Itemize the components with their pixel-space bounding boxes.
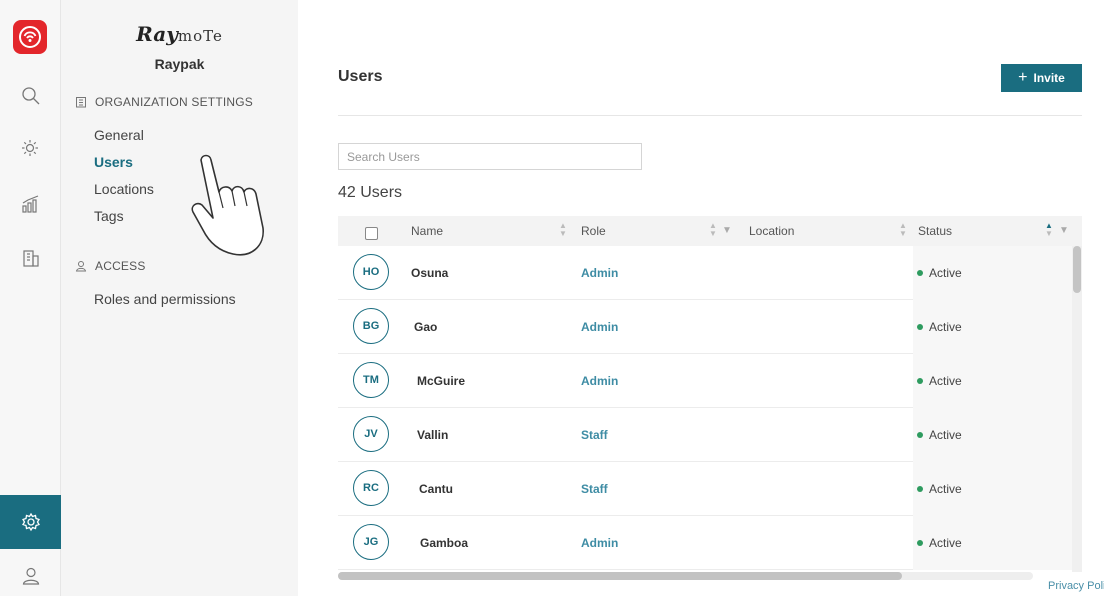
filter-icon[interactable]: ▼ — [722, 225, 732, 236]
invite-label: Invite — [1033, 71, 1065, 85]
users-page: Users + Invite 42 Users Name ▲▼ Role ▲▼ ▼… — [298, 0, 1104, 596]
select-all-checkbox[interactable] — [365, 227, 378, 240]
table-row[interactable]: BG Gao Admin Active — [338, 300, 1082, 354]
header-divider — [338, 115, 1082, 116]
user-profile-icon[interactable] — [0, 551, 61, 596]
table-row[interactable]: RC Cantu Staff Active — [338, 462, 1082, 516]
table-row[interactable]: JG Gamboa Admin Active — [338, 516, 1082, 570]
sidebar-item-roles-and-permissions[interactable]: Roles and permissions — [94, 291, 236, 307]
access-heading: ACCESS — [75, 259, 146, 273]
user-role[interactable]: Staff — [581, 482, 608, 496]
status-cell: Active — [913, 246, 1072, 300]
column-header-status[interactable]: Status — [918, 224, 952, 238]
status-text: Active — [929, 374, 962, 388]
raymote-logo: RaymoTe — [136, 22, 223, 46]
building-icon[interactable] — [0, 233, 61, 283]
sort-icon[interactable]: ▲ ▼ — [559, 222, 567, 238]
user-name[interactable]: Gamboa — [420, 536, 468, 550]
organization-settings-heading: ORGANIZATION SETTINGS — [75, 95, 253, 109]
user-role[interactable]: Staff — [581, 428, 608, 442]
status-text: Active — [929, 320, 962, 334]
active-dot-icon — [917, 540, 923, 546]
active-dot-icon — [917, 378, 923, 384]
status-text: Active — [929, 482, 962, 496]
sidebar-item-tags[interactable]: Tags — [94, 208, 124, 224]
user-name[interactable]: McGuire — [417, 374, 465, 388]
status-badge: Active — [917, 482, 962, 496]
status-cell: Active — [913, 300, 1072, 354]
status-text: Active — [929, 536, 962, 550]
active-dot-icon — [917, 432, 923, 438]
column-header-name[interactable]: Name — [411, 224, 443, 238]
search-icon[interactable] — [0, 71, 61, 121]
sun-icon[interactable] — [0, 124, 61, 174]
user-role[interactable]: Admin — [581, 536, 618, 550]
user-name[interactable]: Osuna — [411, 266, 448, 280]
column-header-role[interactable]: Role — [581, 224, 606, 238]
user-name[interactable]: Gao — [414, 320, 437, 334]
sidebar-item-general[interactable]: General — [94, 127, 144, 143]
plus-icon: + — [1018, 69, 1028, 86]
status-cell: Active — [913, 354, 1072, 408]
invite-button[interactable]: + Invite — [1001, 64, 1082, 92]
active-dot-icon — [917, 270, 923, 276]
vertical-scrollbar-thumb[interactable] — [1073, 246, 1081, 293]
avatar: BG — [353, 308, 389, 344]
users-table: Name ▲ ▼ Role ▲ ▼ ▼ Location ▲ ▼ Status ▲ ▼ … — [338, 216, 1082, 572]
organization-name: Raypak — [154, 56, 205, 72]
sidebar-item-users[interactable]: Users — [94, 154, 133, 170]
active-dot-icon — [917, 324, 923, 330]
column-header-location[interactable]: Location — [749, 224, 794, 238]
user-name[interactable]: Vallin — [417, 428, 448, 442]
privacy-policy-link[interactable]: Privacy Polic — [1048, 580, 1104, 592]
status-badge: Active — [917, 536, 962, 550]
status-badge: Active — [917, 320, 962, 334]
avatar: TM — [353, 362, 389, 398]
search-users-input[interactable] — [338, 143, 642, 170]
filter-icon[interactable]: ▼ — [1059, 225, 1069, 236]
chart-icon[interactable] — [0, 179, 61, 229]
access-label: ACCESS — [95, 259, 146, 273]
building-icon — [76, 97, 86, 108]
organization-settings-label: ORGANIZATION SETTINGS — [95, 95, 253, 109]
status-cell: Active — [913, 408, 1072, 462]
table-row[interactable]: HO Osuna Admin Active — [338, 246, 1082, 300]
settings-gear-icon[interactable] — [0, 495, 61, 549]
table-row[interactable]: JV Vallin Staff Active — [338, 408, 1082, 462]
status-cell: Active — [913, 516, 1072, 570]
avatar: HO — [353, 254, 389, 290]
sidebar-item-locations[interactable]: Locations — [94, 181, 154, 197]
vertical-scrollbar[interactable] — [1072, 246, 1082, 572]
status-text: Active — [929, 428, 962, 442]
status-cell: Active — [913, 462, 1072, 516]
horizontal-scrollbar[interactable] — [338, 572, 1033, 580]
raymote-app-icon[interactable] — [13, 20, 47, 54]
page-title: Users — [338, 68, 383, 85]
pointing-hand-cursor-icon — [191, 154, 264, 256]
status-text: Active — [929, 266, 962, 280]
user-count: 42 Users — [338, 184, 403, 201]
user-role[interactable]: Admin — [581, 266, 618, 280]
user-icon — [75, 261, 87, 272]
settings-sidebar: RaymoTe Raypak ORGANIZATION SETTINGS Gen… — [61, 0, 298, 596]
status-badge: Active — [917, 374, 962, 388]
user-role[interactable]: Admin — [581, 374, 618, 388]
avatar: JG — [353, 524, 389, 560]
active-dot-icon — [917, 486, 923, 492]
sort-ascending-icon[interactable]: ▲ ▼ — [1045, 222, 1053, 238]
sort-icon[interactable]: ▲ ▼ — [709, 222, 717, 238]
sort-icon[interactable]: ▲ ▼ — [899, 222, 907, 238]
avatar: JV — [353, 416, 389, 452]
status-badge: Active — [917, 428, 962, 442]
user-name[interactable]: Cantu — [419, 482, 453, 496]
table-header: Name ▲ ▼ Role ▲ ▼ ▼ Location ▲ ▼ Status ▲ ▼ … — [338, 216, 1082, 246]
user-role[interactable]: Admin — [581, 320, 618, 334]
horizontal-scrollbar-thumb[interactable] — [338, 572, 902, 580]
status-badge: Active — [917, 266, 962, 280]
avatar: RC — [353, 470, 389, 506]
icon-rail — [0, 0, 61, 596]
table-row[interactable]: TM McGuire Admin Active — [338, 354, 1082, 408]
